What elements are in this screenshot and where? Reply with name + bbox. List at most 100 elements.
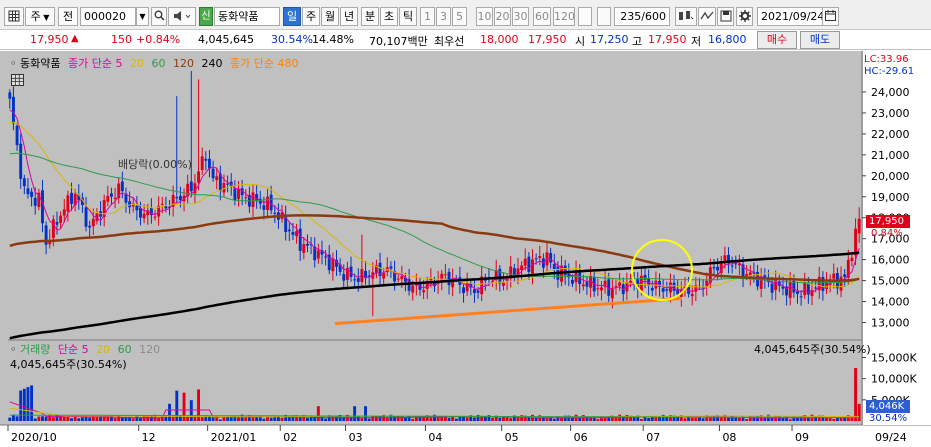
volume-bar [850,417,854,421]
candle-body [302,244,306,253]
zigzag-icon[interactable] [698,7,716,26]
interval-5[interactable]: 5 [452,7,467,26]
volume-bar [360,418,364,421]
candle-body [821,276,825,291]
candle-body [30,191,34,197]
volume-bar [237,417,240,421]
volume-bar [41,416,44,421]
market-button[interactable]: 전 [58,7,78,26]
interval-extra-button-2[interactable] [597,7,611,26]
volume-bar [26,387,30,421]
candle-body [389,266,393,269]
settings-gear-icon[interactable] [736,7,753,26]
volume-bar [273,417,277,421]
candle-body [342,274,346,281]
search-icon[interactable] [151,7,167,26]
mode-select[interactable]: 주 ▼ [25,7,55,26]
candle-body [803,282,807,296]
open-label: 시 [575,35,586,48]
turnover-pct: 14.48% [312,33,354,46]
candle-body [654,280,658,289]
candle-body [610,288,614,299]
interval-60[interactable]: 60 [533,7,551,26]
volume-bar [149,416,153,421]
volume-bar [70,418,73,421]
stock-code-input[interactable]: 000020 [80,7,136,26]
date-field[interactable]: 2021/09/24 [757,7,824,26]
chart-tools-icon[interactable] [675,7,697,26]
last-volume-pct: 30.54% [869,413,908,424]
volume-ma120: 120 [139,343,161,356]
legend-stock-name: 동화약품 [20,57,61,70]
candle-body [55,221,59,225]
y-tick-label: 24,000 [871,86,910,99]
volume-bar [411,418,415,421]
tab-period-day[interactable]: 일 [283,7,301,26]
volume-bar [244,416,248,421]
sell-button[interactable]: 매도 [800,31,840,49]
y-tick-label: 22,000 [871,128,910,141]
volume-bar [454,418,458,421]
count-field[interactable]: 235/600 [614,7,670,26]
tab-period-year[interactable]: 년 [340,7,358,26]
tab-minute[interactable]: 분 [361,7,379,26]
chart-canvas[interactable]: 24,00023,00022,00021,00020,00019,00018,0… [0,51,931,447]
open-price: 17,250 [590,33,629,46]
interval-extra-button[interactable] [578,7,592,26]
candle-body [396,278,400,280]
volume-bar [502,417,505,421]
candle-body [135,205,139,211]
volume-y-tick-label: 10,000K [871,373,917,386]
volume-bar [280,417,284,421]
stock-chart[interactable]: 24,00023,00022,00021,00020,00019,00018,0… [0,51,931,447]
interval-20[interactable]: 20 [494,7,511,26]
y-tick-label: 14,000 [871,296,910,309]
tab-second[interactable]: 초 [380,7,398,26]
volume-bar [462,416,465,421]
candle-body [316,250,320,259]
volume-bar [124,417,128,421]
interval-3[interactable]: 3 [436,7,451,26]
table-view-icon[interactable] [11,74,24,86]
interval-120[interactable]: 120 [553,7,575,26]
grid-menu-icon[interactable] [4,7,24,26]
stock-name-field[interactable]: 동화약품 [214,7,280,26]
volume-bar [690,417,694,421]
volume-bar [88,417,92,421]
candle-body [226,183,230,185]
candle-body [614,285,618,287]
candle-body [331,259,335,272]
candle-body [197,171,201,183]
volume-bar [324,418,328,421]
ma480-trendline [334,296,683,326]
legend-ma20: 20 [129,57,144,70]
save-icon[interactable] [717,7,734,26]
volume-bar [120,417,124,421]
candle-body [843,274,847,277]
candle-body [570,279,574,284]
volume-bar [171,416,175,421]
calendar-icon[interactable] [822,7,839,26]
volume-legend: ◦ 거래량 단순 5 20 60 120 [10,341,160,357]
sound-icon[interactable] [168,7,196,26]
candle-body [585,282,589,287]
candle-body [164,206,168,209]
candle-body [712,267,716,269]
volume-bar [683,418,687,421]
candle-body [411,285,415,293]
buy-button[interactable]: 매수 [757,31,797,49]
interval-1[interactable]: 1 [420,7,435,26]
tab-period-week[interactable]: 주 [302,7,320,26]
candle-body [128,201,132,208]
tab-tick[interactable]: 틱 [399,7,417,26]
volume-bar [552,418,556,421]
volume-bar [316,406,320,421]
candle-body [814,287,818,289]
tab-period-month[interactable]: 월 [321,7,339,26]
volume-bar [509,418,513,421]
volume-bar [618,414,622,421]
x-tick-label: 2020/10 [11,431,57,444]
code-dropdown-icon[interactable]: ▼ [136,7,149,26]
interval-30[interactable]: 30 [512,7,529,26]
interval-10[interactable]: 10 [476,7,493,26]
